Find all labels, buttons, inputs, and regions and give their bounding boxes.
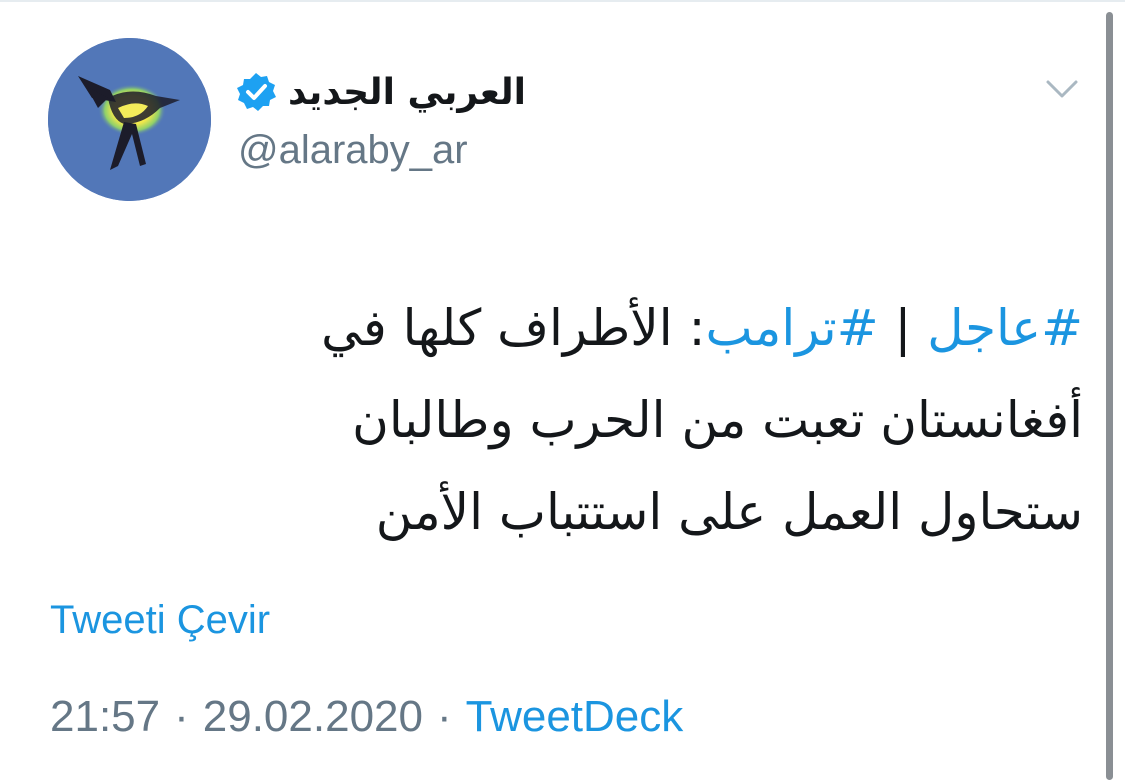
verified-badge-icon — [237, 73, 276, 111]
translate-tweet-link[interactable]: Tweeti Çevir — [50, 598, 270, 643]
tweet-time[interactable]: 21:57 — [50, 692, 160, 742]
chevron-down-icon — [1046, 80, 1078, 98]
avatar[interactable] — [48, 38, 211, 201]
tweet-text: #عاجل | #ترامب: الأطراف كلها في أفغانستا… — [183, 282, 1083, 558]
alaraby-bird-logo-icon — [48, 38, 211, 201]
tweet-text-line-1: #عاجل | #ترامب: الأطراف كلها في — [183, 282, 1083, 374]
top-divider — [0, 0, 1125, 2]
tweet-separator: | — [878, 299, 928, 357]
account-display-name-row[interactable]: العربي الجديد — [236, 64, 526, 120]
tweet-date[interactable]: 29.02.2020 — [203, 692, 423, 742]
tweet-text-line-3: ستحاول العمل على استتباب الأمن — [375, 483, 1083, 541]
meta-separator-dot: · — [174, 692, 189, 741]
tweet-source-link[interactable]: TweetDeck — [466, 692, 684, 742]
hashtag-link-urgent[interactable]: #عاجل — [927, 299, 1083, 357]
tweet-text-line-1-rest: : الأطراف كلها في — [321, 299, 706, 357]
account-display-name: العربي الجديد — [288, 71, 526, 113]
tweet-text-line-2: أفغانستان تعبت من الحرب وطالبان — [352, 391, 1083, 449]
scrollbar[interactable] — [1106, 12, 1113, 780]
account-handle[interactable]: @alaraby_ar — [238, 128, 468, 173]
hashtag-link-trump[interactable]: #ترامب — [705, 299, 878, 357]
meta-separator-dot: · — [436, 692, 452, 741]
tweet-menu-button[interactable] — [1042, 72, 1082, 104]
tweet-meta: 21:57 · 29.02.2020 · TweetDeck — [50, 692, 683, 742]
